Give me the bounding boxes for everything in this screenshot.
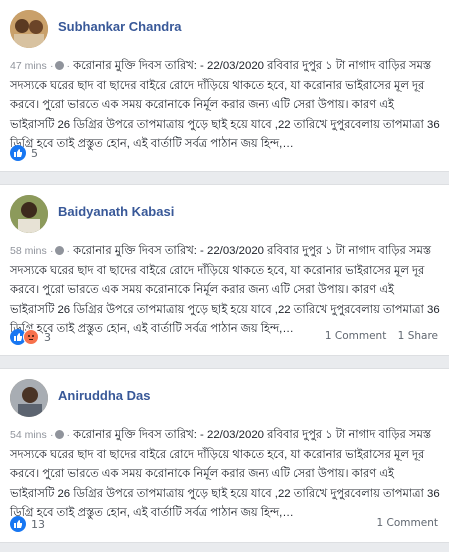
like-icon: [10, 516, 26, 532]
separator: ·: [49, 429, 54, 441]
like-icon: [10, 145, 26, 161]
reaction-count: 3: [44, 330, 51, 344]
globe-icon: [55, 61, 65, 70]
share-count-link[interactable]: 1 Share: [398, 330, 438, 342]
angry-icon: [23, 329, 39, 345]
post-body: 58 mins · · করোনার মুক্তি দিবস তারিখ: - 2…: [10, 242, 440, 340]
comment-count-link[interactable]: 1 Comment: [325, 330, 386, 342]
post-card: Subhankar Chandra 47 mins · · করোনার মুক্…: [0, 0, 449, 172]
avatar[interactable]: [10, 195, 48, 233]
author-name[interactable]: Subhankar Chandra: [58, 19, 182, 34]
engagement-stats: 1 Comment 1 Share: [317, 330, 438, 342]
avatar-photo-icon: [10, 195, 48, 233]
separator: ·: [49, 60, 54, 72]
separator: ·: [49, 245, 54, 257]
post-footer: 5: [10, 144, 438, 162]
avatar[interactable]: [10, 379, 48, 417]
separator: ·: [66, 429, 70, 441]
post-body: 54 mins · · করোনার মুক্তি দিবস তারিখ: - 2…: [10, 426, 440, 524]
post-time[interactable]: 54 mins: [10, 429, 47, 441]
post-time[interactable]: 47 mins: [10, 60, 47, 72]
post-footer: 3 1 Comment 1 Share: [10, 328, 438, 346]
reaction-summary[interactable]: 5: [10, 144, 38, 162]
avatar-photo-icon: [10, 379, 48, 417]
post-text: করোনার মুক্তি দিবস তারিখ: - 22/03/2020 র…: [10, 245, 440, 335]
author-name[interactable]: Aniruddha Das: [58, 388, 150, 403]
globe-icon: [55, 246, 65, 255]
reaction-count: 5: [31, 146, 38, 160]
post-text: করোনার মুক্তি দিবস তারিখ: - 22/03/2020 র…: [10, 60, 440, 150]
author-name[interactable]: Baidyanath Kabasi: [58, 204, 174, 219]
engagement-stats: 1 Comment: [369, 517, 438, 529]
reaction-summary[interactable]: 13: [10, 515, 45, 533]
post-card: Aniruddha Das 54 mins · · করোনার মুক্তি দ…: [0, 368, 449, 543]
reaction-summary[interactable]: 3: [10, 328, 51, 346]
reaction-count: 13: [31, 517, 45, 531]
avatar-photo-icon: [10, 10, 48, 48]
news-feed: Subhankar Chandra 47 mins · · করোনার মুক্…: [0, 0, 449, 552]
avatar[interactable]: [10, 10, 48, 48]
post-footer: 13 1 Comment: [10, 515, 438, 533]
post-card: Baidyanath Kabasi 58 mins · · করোনার মুক্…: [0, 184, 449, 356]
separator: ·: [66, 60, 70, 72]
globe-icon: [55, 430, 65, 439]
comment-count-link[interactable]: 1 Comment: [377, 517, 438, 529]
post-time[interactable]: 58 mins: [10, 245, 47, 257]
post-body: 47 mins · · করোনার মুক্তি দিবস তারিখ: - 2…: [10, 57, 440, 155]
separator: ·: [66, 245, 70, 257]
post-text: করোনার মুক্তি দিবস তারিখ: - 22/03/2020 র…: [10, 429, 440, 519]
